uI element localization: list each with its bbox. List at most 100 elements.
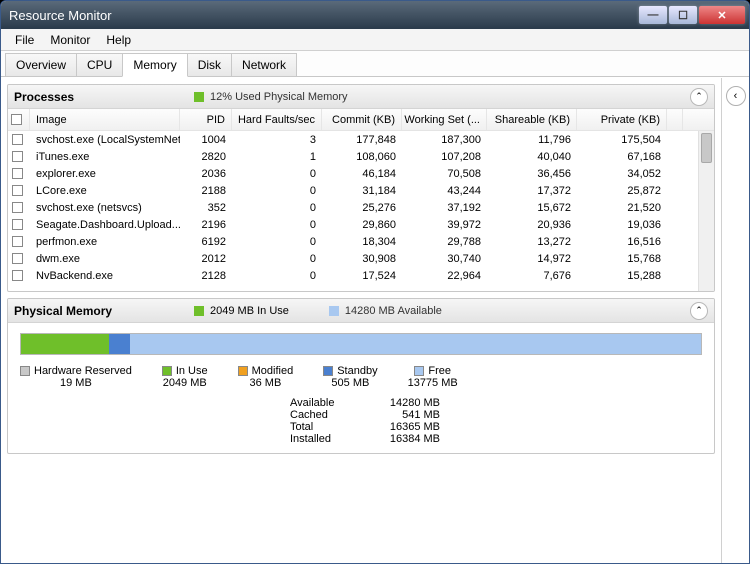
processes-body[interactable]: svchost.exe (LocalSystemNet...10043177,8… [8, 131, 714, 291]
cell-hf: 1 [232, 151, 322, 163]
cell-priv: 15,288 [577, 270, 667, 282]
menu-monitor[interactable]: Monitor [42, 31, 98, 49]
col-hardfaults[interactable]: Hard Faults/sec [232, 109, 322, 130]
titlebar[interactable]: Resource Monitor — ☐ ✕ [1, 1, 749, 29]
cell-image: svchost.exe (LocalSystemNet... [30, 134, 180, 146]
cell-pid: 1004 [180, 134, 232, 146]
collapse-processes-button[interactable]: ⌃ [690, 88, 708, 106]
row-checkbox[interactable] [12, 219, 23, 230]
table-row[interactable]: LCore.exe2188031,18443,24417,37225,872 [8, 182, 714, 199]
table-row[interactable]: iTunes.exe28201108,060107,20840,04067,16… [8, 148, 714, 165]
cell-pid: 6192 [180, 236, 232, 248]
table-row[interactable]: perfmon.exe6192018,30429,78813,27216,516 [8, 233, 714, 250]
legend-free: Free13775 MB [408, 365, 458, 389]
legend-modified-swatch [238, 366, 248, 376]
cell-pid: 2196 [180, 219, 232, 231]
cell-priv: 15,768 [577, 253, 667, 265]
minimize-button[interactable]: — [639, 6, 667, 24]
cell-commit: 108,060 [322, 151, 402, 163]
cell-ws: 39,972 [402, 219, 487, 231]
cell-ws: 107,208 [402, 151, 487, 163]
col-commit[interactable]: Commit (KB) [322, 109, 402, 130]
col-shareable[interactable]: Shareable (KB) [487, 109, 577, 130]
menu-help[interactable]: Help [98, 31, 139, 49]
legend-standby: Standby505 MB [323, 365, 377, 389]
row-checkbox[interactable] [12, 253, 23, 264]
pm-usage-bar [20, 333, 702, 355]
memory-usage-icon [194, 92, 204, 102]
col-image[interactable]: Image [30, 109, 180, 130]
cell-pid: 352 [180, 202, 232, 214]
cell-image: Seagate.Dashboard.Upload... [30, 219, 180, 231]
physical-memory-panel: Physical Memory 2049 MB In Use 14280 MB … [7, 298, 715, 454]
side-pane: ‹ [721, 78, 749, 563]
col-pid[interactable]: PID [180, 109, 232, 130]
cell-hf: 0 [232, 219, 322, 231]
row-checkbox[interactable] [12, 202, 23, 213]
cell-commit: 18,304 [322, 236, 402, 248]
table-row[interactable]: dwm.exe2012030,90830,74014,97215,768 [8, 250, 714, 267]
cell-share: 15,672 [487, 202, 577, 214]
processes-columns: Image PID Hard Faults/sec Commit (KB) Wo… [8, 109, 714, 131]
processes-status: 12% Used Physical Memory [210, 91, 690, 103]
row-checkbox[interactable] [12, 168, 23, 179]
cell-image: NvBackend.exe [30, 270, 180, 282]
cell-ws: 37,192 [402, 202, 487, 214]
col-workingset[interactable]: Working Set (... [402, 109, 487, 130]
tab-cpu[interactable]: CPU [76, 53, 123, 76]
table-row[interactable]: svchost.exe (netsvcs)352025,27637,19215,… [8, 199, 714, 216]
cell-share: 14,972 [487, 253, 577, 265]
cell-priv: 21,520 [577, 202, 667, 214]
menu-file[interactable]: File [7, 31, 42, 49]
pm-bar-segment [130, 334, 701, 354]
select-all-checkbox[interactable] [11, 114, 22, 125]
table-row[interactable]: NvBackend.exe2128017,52422,9647,67615,28… [8, 267, 714, 284]
table-row[interactable]: explorer.exe2036046,18470,50836,45634,05… [8, 165, 714, 182]
collapse-pm-button[interactable]: ⌃ [690, 302, 708, 320]
legend-inuse-swatch [162, 366, 172, 376]
close-button[interactable]: ✕ [699, 6, 745, 24]
maximize-button[interactable]: ☐ [669, 6, 697, 24]
cell-hf: 0 [232, 202, 322, 214]
pm-stats: Available14280 MB Cached541 MB Total1636… [290, 397, 702, 445]
cell-image: perfmon.exe [30, 236, 180, 248]
scrollbar-thumb[interactable] [701, 133, 712, 163]
pm-inuse-text: 2049 MB In Use [210, 305, 289, 317]
table-row[interactable]: svchost.exe (LocalSystemNet...10043177,8… [8, 131, 714, 148]
tab-disk[interactable]: Disk [187, 53, 232, 76]
cell-share: 36,456 [487, 168, 577, 180]
cell-share: 13,272 [487, 236, 577, 248]
row-checkbox[interactable] [12, 270, 23, 281]
tab-memory[interactable]: Memory [122, 53, 187, 77]
cell-ws: 43,244 [402, 185, 487, 197]
window: Resource Monitor — ☐ ✕ File Monitor Help… [0, 0, 750, 564]
cell-pid: 2128 [180, 270, 232, 282]
legend-hw: Hardware Reserved19 MB [20, 365, 132, 389]
tab-overview[interactable]: Overview [5, 53, 77, 76]
cell-image: explorer.exe [30, 168, 180, 180]
cell-image: LCore.exe [30, 185, 180, 197]
row-checkbox[interactable] [12, 236, 23, 247]
row-checkbox[interactable] [12, 185, 23, 196]
cell-share: 20,936 [487, 219, 577, 231]
pm-available-icon [329, 306, 339, 316]
cell-priv: 34,052 [577, 168, 667, 180]
pm-body: Hardware Reserved19 MB In Use2049 MB Mod… [8, 323, 714, 453]
physical-memory-header[interactable]: Physical Memory 2049 MB In Use 14280 MB … [8, 299, 714, 323]
processes-scrollbar[interactable] [698, 131, 714, 291]
cell-ws: 187,300 [402, 134, 487, 146]
main-pane: Processes 12% Used Physical Memory ⌃ Ima… [1, 78, 721, 563]
col-private[interactable]: Private (KB) [577, 109, 667, 130]
cell-priv: 16,516 [577, 236, 667, 248]
expand-charts-button[interactable]: ‹ [726, 86, 746, 106]
legend-modified: Modified36 MB [238, 365, 294, 389]
cell-ws: 70,508 [402, 168, 487, 180]
processes-header[interactable]: Processes 12% Used Physical Memory ⌃ [8, 85, 714, 109]
row-checkbox[interactable] [12, 134, 23, 145]
tab-network[interactable]: Network [231, 53, 297, 76]
table-row[interactable]: Seagate.Dashboard.Upload...2196029,86039… [8, 216, 714, 233]
row-checkbox[interactable] [12, 151, 23, 162]
cell-commit: 46,184 [322, 168, 402, 180]
cell-ws: 30,740 [402, 253, 487, 265]
menubar: File Monitor Help [1, 29, 749, 51]
